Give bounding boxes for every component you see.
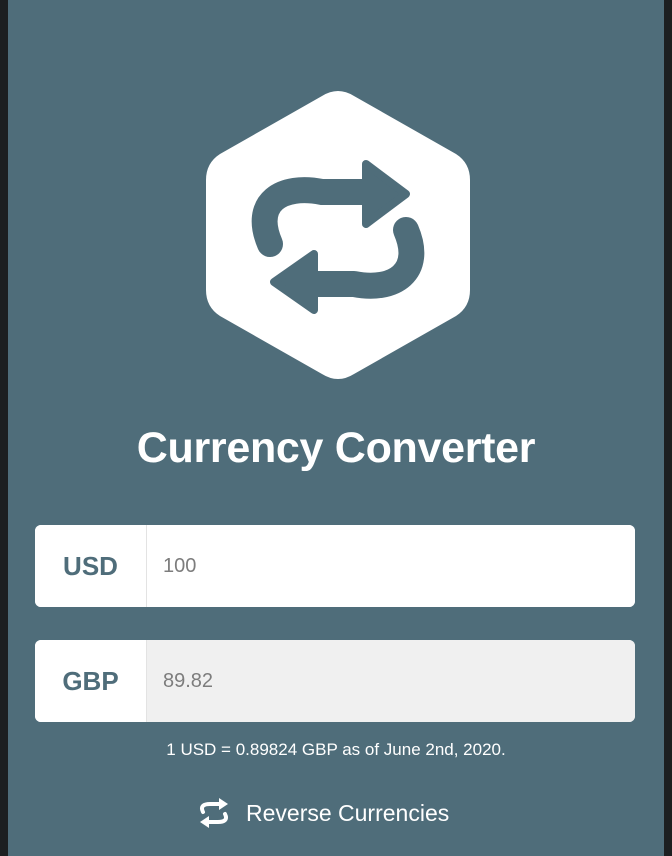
base-amount-input[interactable] (163, 554, 583, 578)
exchange-rate-info: 1 USD = 0.89824 GBP as of June 2nd, 2020… (166, 740, 506, 759)
quote-currency-button[interactable]: GBP (35, 640, 147, 722)
reverse-currencies-button[interactable]: Reverse Currencies (196, 793, 449, 833)
base-amount-container (147, 525, 635, 607)
base-currency-row: USD (35, 525, 635, 607)
repeat-icon (199, 798, 229, 828)
app-screen: Currency Converter USD GBP 89.82 1 USD =… (8, 0, 664, 856)
reverse-currencies-label: Reverse Currencies (246, 799, 450, 826)
quote-currency-row: GBP 89.82 (35, 640, 635, 722)
swap-arrows-icon (206, 91, 470, 379)
base-currency-button[interactable]: USD (35, 525, 147, 607)
page-title: Currency Converter (136, 424, 536, 472)
quote-amount-field: 89.82 (147, 640, 635, 722)
